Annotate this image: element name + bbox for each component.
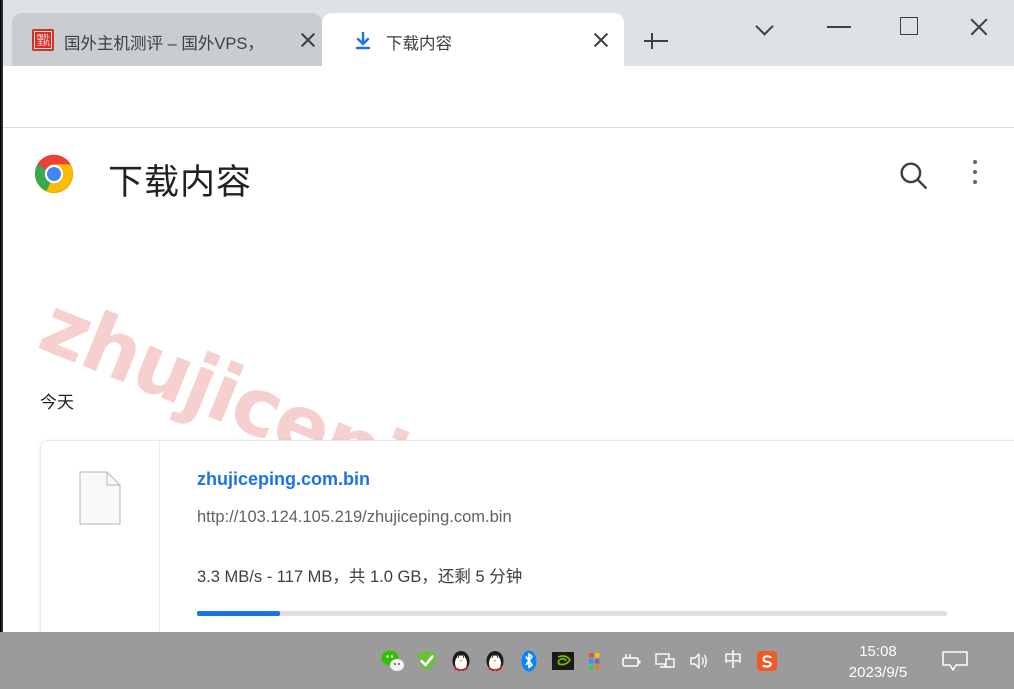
tab-downloads-label: 下载内容 — [386, 35, 452, 53]
qq-icon-2[interactable] — [482, 648, 508, 674]
maximize-button[interactable] — [886, 10, 932, 42]
sogou-icon[interactable] — [754, 648, 780, 674]
display-icon[interactable] — [652, 648, 678, 674]
green-check-icon[interactable] — [414, 648, 440, 674]
battery-plug-icon[interactable] — [618, 648, 644, 674]
tab-downloads[interactable]: 下载内容 — [322, 13, 624, 66]
ime-label: 中 — [723, 649, 743, 671]
download-item-card: zhujiceping.com.bin http://103.124.105.2… — [40, 440, 1014, 632]
tab-search-chevron-down-icon[interactable] — [744, 10, 790, 42]
taskbar-tray-icons: 中 — [380, 632, 780, 689]
minimize-button[interactable] — [816, 10, 862, 42]
generic-file-icon — [79, 471, 121, 525]
chrome-logo-icon — [33, 153, 75, 195]
download-progress-fill — [197, 611, 280, 616]
red-seal-favicon: 国外 主机 — [32, 29, 54, 51]
download-source-url: http://103.124.105.219/zhujiceping.com.b… — [197, 508, 512, 526]
downloads-page: zhujiceping.com 下载内容 — [3, 128, 1014, 632]
window-left-border — [0, 0, 1, 632]
colorful-squares-icon[interactable] — [584, 648, 610, 674]
download-progress-bar — [197, 611, 947, 616]
windows-taskbar: 中 15:08 2023/9/5 — [0, 632, 1014, 689]
clock-date: 2023/9/5 — [848, 664, 908, 681]
tab-strip: 国外 主机 国外主机测评 – 国外VPS， 下载内容 — [0, 0, 1014, 66]
wechat-icon[interactable] — [380, 648, 406, 674]
browser-toolbar: Chrome chrome://downloads — [0, 66, 1014, 184]
ime-chinese-icon[interactable]: 中 — [720, 648, 746, 674]
notification-bubble-icon[interactable] — [940, 650, 970, 672]
clock-time: 15:08 — [859, 643, 897, 660]
taskbar-clock[interactable]: 15:08 2023/9/5 — [838, 641, 918, 683]
bluetooth-icon[interactable] — [516, 648, 542, 674]
download-file-name[interactable]: zhujiceping.com.bin — [197, 469, 370, 490]
nvidia-icon[interactable] — [550, 648, 576, 674]
close-window-button[interactable] — [956, 10, 1002, 42]
downloads-header: 下载内容 — [3, 128, 1014, 220]
section-label-today: 今天 — [40, 393, 74, 412]
card-divider — [159, 441, 160, 632]
search-icon[interactable] — [896, 158, 930, 192]
tab-site-label: 国外主机测评 – 国外VPS， — [64, 35, 264, 53]
browser-window: 国外 主机 国外主机测评 – 国外VPS， 下载内容 下载内容 今天 zhuji… — [0, 0, 1014, 689]
downloads-menu-icon[interactable] — [973, 160, 978, 184]
volume-icon[interactable] — [686, 648, 712, 674]
download-icon — [352, 30, 374, 52]
tab-close-icon[interactable] — [295, 27, 321, 53]
tab-site[interactable]: 国外 主机 国外主机测评 – 国外VPS， — [12, 13, 322, 66]
window-controls — [724, 0, 1014, 50]
new-tab-button[interactable] — [640, 25, 672, 57]
page-title: 下载内容 — [108, 163, 253, 202]
download-status-text: 3.3 MB/s - 117 MB，共 1.0 GB，还剩 5 分钟 — [197, 568, 523, 586]
qq-icon[interactable] — [448, 648, 474, 674]
tab-close-icon[interactable] — [588, 27, 614, 53]
